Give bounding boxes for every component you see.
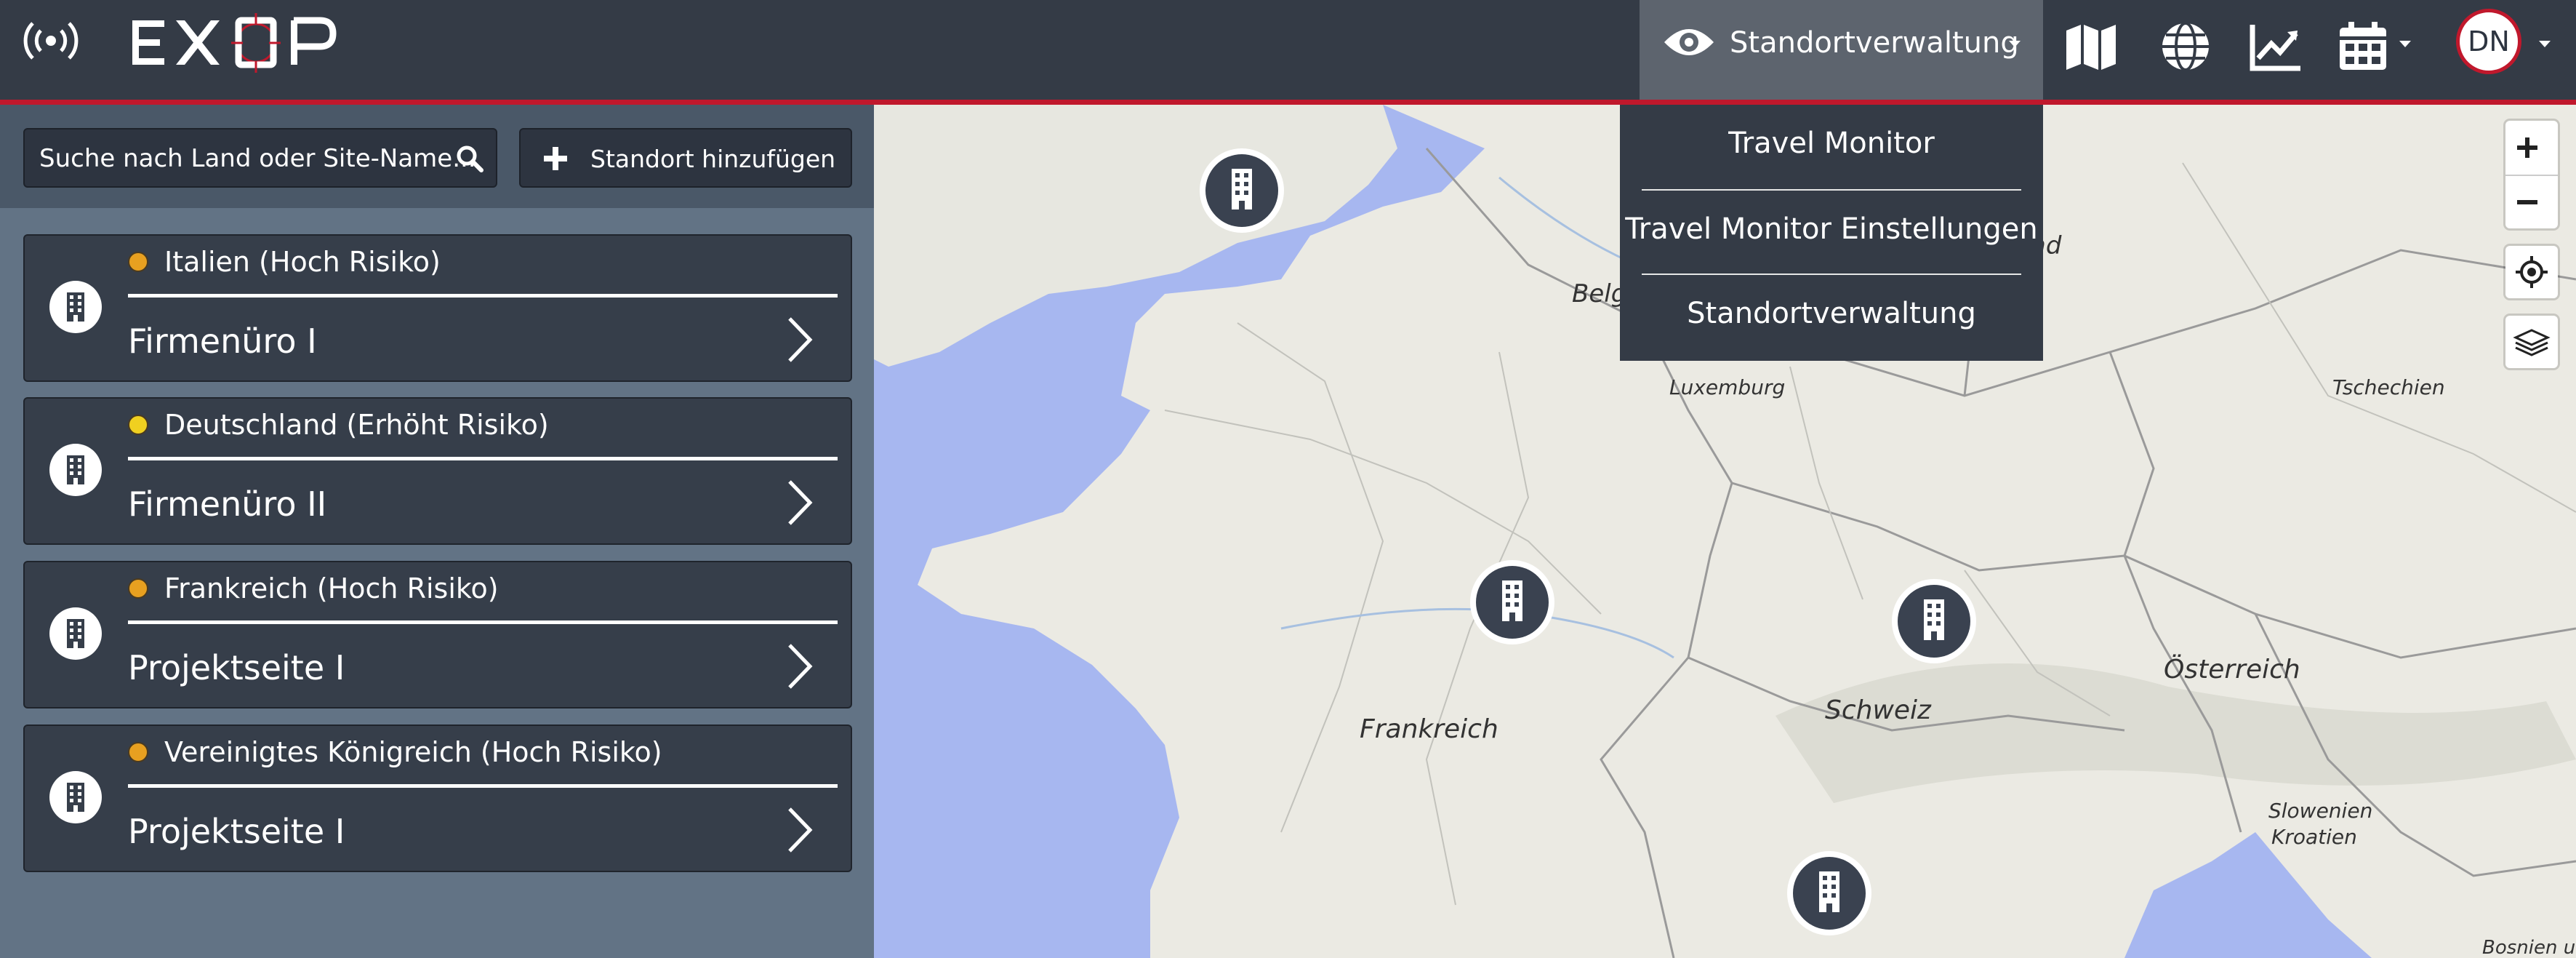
layers-icon <box>2513 329 2551 356</box>
locate-button[interactable] <box>2505 246 2558 298</box>
building-icon <box>49 444 102 496</box>
site-card[interactable]: Italien (Hoch Risiko) Firmenüro I <box>23 234 852 382</box>
site-country: Frankreich (Hoch Risiko) <box>164 572 499 604</box>
add-site-button[interactable]: Standort hinzufügen <box>519 128 852 188</box>
site-name: Firmenüro I <box>128 322 317 361</box>
divider <box>128 457 838 460</box>
risk-indicator <box>128 252 148 272</box>
map-icon[interactable] <box>2063 19 2119 74</box>
sidebar-toolbar: Suche nach Land oder Site-Name... Stando… <box>0 105 874 208</box>
site-marker-building-icon[interactable] <box>1469 559 1556 646</box>
menu-item-travel-monitor[interactable]: Travel Monitor <box>1620 127 2043 160</box>
site-name: Projektseite I <box>128 648 345 687</box>
building-icon <box>49 607 102 660</box>
building-icon <box>49 281 102 333</box>
menu-divider <box>1642 274 2021 275</box>
chevron-right-icon[interactable] <box>781 641 817 692</box>
search-input[interactable]: Suche nach Land oder Site-Name... <box>23 128 497 188</box>
map-label-czechia: Tschechien <box>2332 375 2445 399</box>
risk-indicator <box>128 578 148 599</box>
menu-item-travel-monitor-settings[interactable]: Travel Monitor Einstellungen <box>1620 212 2043 246</box>
zoom-in-icon[interactable] <box>2505 121 2558 175</box>
divider <box>128 620 838 624</box>
risk-indicator <box>128 742 148 762</box>
site-country: Vereinigtes Königreich (Hoch Risiko) <box>164 736 662 768</box>
plus-icon <box>544 147 567 170</box>
zoom-control <box>2505 121 2558 228</box>
site-card[interactable]: Vereinigtes Königreich (Hoch Risiko) Pro… <box>23 725 852 872</box>
calendar-caret-icon[interactable] <box>2399 41 2411 47</box>
site-country: Deutschland (Erhöht Risiko) <box>164 409 549 441</box>
calendar-icon[interactable] <box>2335 19 2391 74</box>
chevron-right-icon[interactable] <box>781 477 817 528</box>
eye-icon <box>1664 29 1714 55</box>
site-marker-building-icon[interactable] <box>1198 147 1285 234</box>
divider <box>128 294 838 298</box>
site-marker-building-icon[interactable] <box>1890 578 1978 665</box>
crosshair-icon <box>2516 256 2548 288</box>
map-label-croatia: Kroatien <box>2271 825 2357 849</box>
menu-divider <box>1642 189 2021 191</box>
site-name: Firmenüro II <box>128 484 327 524</box>
top-navbar: Standortverwaltung DN <box>0 0 2576 100</box>
map-label-bosnia: Bosnien u <box>2482 937 2576 958</box>
globe-icon[interactable] <box>2158 19 2213 74</box>
chevron-down-icon <box>2009 41 2021 47</box>
navbar-accent-line <box>0 100 2576 105</box>
site-card[interactable]: Frankreich (Hoch Risiko) Projektseite I <box>23 561 852 708</box>
site-name: Projektseite I <box>128 812 345 851</box>
divider <box>128 784 838 788</box>
search-icon[interactable] <box>455 144 484 173</box>
site-card[interactable]: Deutschland (Erhöht Risiko) Firmenüro II <box>23 397 852 545</box>
signal-icon[interactable] <box>22 20 80 61</box>
exop-logo[interactable] <box>129 10 340 76</box>
avatar-caret-icon[interactable] <box>2539 41 2551 47</box>
risk-indicator <box>128 415 148 435</box>
menu-item-standortverwaltung[interactable]: Standortverwaltung <box>1620 297 2043 330</box>
map-label-luxembourg: Luxemburg <box>1669 375 1786 399</box>
avatar[interactable]: DN <box>2456 9 2521 74</box>
add-site-label: Standort hinzufügen <box>590 145 836 173</box>
zoom-out-icon[interactable] <box>2505 176 2558 228</box>
map-label-austria: Österreich <box>2164 655 2300 684</box>
chevron-right-icon[interactable] <box>781 805 817 855</box>
search-placeholder: Suche nach Land oder Site-Name... <box>39 144 476 173</box>
nav-active-label: Standortverwaltung <box>1730 26 2019 60</box>
map-label-slovenia: Slowenien <box>2268 799 2373 823</box>
site-country: Italien (Hoch Risiko) <box>164 246 441 278</box>
chart-line-icon[interactable] <box>2248 19 2303 74</box>
map-label-france: Frankreich <box>1360 714 1498 744</box>
map-label-belgium: Belg <box>1572 279 1627 308</box>
site-sidebar: Suche nach Land oder Site-Name... Stando… <box>0 105 874 958</box>
nav-dropdown-menu: Travel Monitor Travel Monitor Einstellun… <box>1620 105 2043 361</box>
building-icon <box>49 771 102 823</box>
chevron-right-icon[interactable] <box>781 314 817 365</box>
map-label-switzerland: Schweiz <box>1825 695 1931 725</box>
nav-standortverwaltung[interactable]: Standortverwaltung <box>1640 0 2043 100</box>
site-marker-building-icon[interactable] <box>1786 850 1873 937</box>
layers-button[interactable] <box>2505 316 2558 368</box>
